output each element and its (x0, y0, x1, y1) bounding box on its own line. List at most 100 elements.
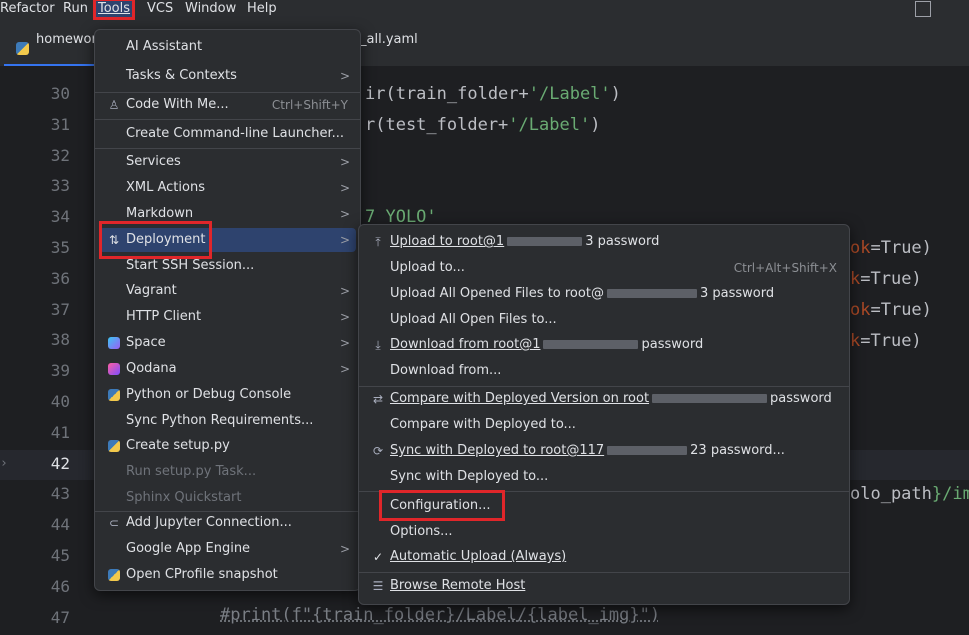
line-number: 35 (0, 238, 70, 257)
jupyter-connection-icon: ⊂ (108, 516, 120, 530)
menu-item-options[interactable]: Options... (363, 520, 845, 544)
line-number: 39 (0, 361, 70, 380)
menu-item-compare-deployed-version[interactable]: ⇄ Compare with Deployed Version on root pa… (363, 387, 845, 411)
menu-item-automatic-upload[interactable]: ✓ Automatic Upload (Always) (363, 545, 845, 569)
menu-item-xml-actions[interactable]: XML Actions > (99, 176, 356, 200)
line-number-text: 36 (50, 268, 70, 288)
redacted-host (507, 237, 583, 246)
line-number-text: 35 (50, 238, 70, 257)
line-number: 32 (0, 146, 70, 165)
menu-item-upload-all-opened-to-root[interactable]: Upload All Opened Files to root@ 3 passwo… (363, 282, 845, 306)
menu-tools-label: Tools (98, 1, 131, 16)
line-number-text: 31 (50, 114, 70, 134)
python-icon (106, 383, 122, 409)
tab-yaml[interactable]: _all.yaml (360, 32, 418, 47)
menu-item-sync-deployed-to[interactable]: Sync with Deployed to... (363, 465, 845, 489)
menu-item-add-jupyter[interactable]: ⊂ Add Jupyter Connection... (99, 511, 356, 535)
menu-item-compare-deployed-to[interactable]: Compare with Deployed to... (363, 413, 845, 437)
window-control-icon[interactable] (915, 1, 931, 17)
menu-item-sync-requirements[interactable]: Sync Python Requirements... (99, 409, 356, 433)
menu-item-run-setup-task: Run setup.py Task... (126, 464, 257, 479)
redacted-host (606, 289, 697, 298)
tools-menu: AI Assistant Tasks & Contexts > ♙ Code Wit… (94, 29, 361, 591)
python-file-icon (16, 42, 29, 55)
code-line-31: r(test_folder+'/Label') (365, 115, 601, 135)
menu-item-start-ssh[interactable]: Start SSH Session... (99, 254, 356, 278)
checkmark-icon: ✓ (372, 550, 384, 564)
menu-item-space[interactable]: Space > (99, 331, 356, 355)
menu-item-create-launcher[interactable]: Create Command-line Launcher... (99, 122, 356, 146)
menu-help[interactable]: Help (247, 1, 277, 17)
person-plus-icon: ♙ (108, 98, 120, 112)
line-number-text: 39 (50, 361, 70, 381)
line-number-text: 33 (50, 176, 70, 196)
line-number: 46 (0, 577, 70, 596)
menu-separator (359, 491, 849, 492)
line-number-text: 30 (50, 84, 70, 103)
menu-item-vagrant[interactable]: Vagrant > (99, 279, 356, 303)
menu-item-create-setup[interactable]: Create setup.py (99, 434, 356, 458)
deployment-submenu: ⤒ Upload to root@1 3 password Upload to...… (358, 224, 850, 605)
menu-item-python-console[interactable]: Python or Debug Console (99, 383, 356, 407)
line-number-text: 42 (50, 453, 70, 473)
menu-separator (95, 148, 360, 149)
compare-icon: ⇄ (372, 392, 384, 406)
line-number: 31 (0, 115, 70, 134)
line-number: 41 (0, 423, 70, 442)
line-number-text: 40 (50, 392, 70, 411)
chevron-right-icon: > (339, 181, 350, 195)
menu-item-markdown[interactable]: Markdown > (99, 202, 356, 226)
line-number-text: 32 (50, 145, 70, 165)
chevron-right-icon: > (339, 69, 350, 83)
menu-item-qodana[interactable]: Qodana > (99, 357, 356, 381)
menu-item-download-from[interactable]: Download from... (363, 359, 845, 383)
chevron-right-icon: > (339, 310, 350, 324)
chevron-right-icon: > (339, 284, 350, 298)
redacted-host (543, 340, 639, 349)
line-number-text: 38 (50, 330, 70, 350)
menu-item-download-from-root[interactable]: ⤓ Download from root@1 password (363, 333, 845, 357)
menu-item-http-client[interactable]: HTTP Client > (99, 305, 356, 329)
chevron-right-icon: > (339, 542, 350, 556)
line-number: 30 (0, 84, 70, 103)
menu-item-code-with-me[interactable]: ♙ Code With Me... Ctrl+Shift+Y (99, 93, 356, 117)
menu-item-upload-all-open-to[interactable]: Upload All Open Files to... (363, 308, 845, 332)
remote-host-icon: ☰ (372, 579, 384, 593)
line-number-text: 47 (50, 607, 70, 627)
line-number-text: 44 (50, 515, 70, 535)
menu-item-services[interactable]: Services > (99, 150, 356, 174)
line-number: 45 (0, 546, 70, 565)
line-number-text: 34 (50, 207, 70, 227)
menu-item-browse-remote-host[interactable]: ☰ Browse Remote Host (363, 574, 845, 598)
menu-item-tasks-contexts[interactable]: Tasks & Contexts > (99, 64, 356, 88)
menu-item-upload-to[interactable]: Upload to... Ctrl+Alt+Shift+X (363, 256, 845, 280)
menu-bar: Refactor Run Tools VCS Window Help (0, 0, 969, 20)
menu-item-upload-to-root[interactable]: ⤒ Upload to root@1 3 password (363, 230, 845, 254)
sync-icon: ⟳ (372, 444, 384, 458)
menu-vcs[interactable]: VCS (147, 1, 173, 17)
line-number: 37 (0, 300, 70, 319)
code-line-35: ok=True) (850, 238, 932, 258)
menu-item-google-app-engine[interactable]: Google App Engine > (99, 537, 356, 561)
redacted-host (652, 394, 768, 403)
menu-item-ai-assistant[interactable]: AI Assistant (99, 35, 356, 59)
space-logo-icon (106, 331, 122, 357)
line-number: 38 (0, 330, 70, 349)
menu-refactor[interactable]: Refactor (0, 1, 55, 17)
chevron-right-icon: > (339, 362, 350, 376)
menu-separator (95, 119, 360, 120)
menu-tools[interactable]: Tools (92, 0, 136, 20)
menu-item-sphinx-quickstart: Sphinx Quickstart (126, 490, 242, 505)
line-number: 44 (0, 515, 70, 534)
menu-window[interactable]: Window (185, 1, 236, 17)
menu-run[interactable]: Run (63, 1, 88, 17)
download-icon: ⤓ (375, 338, 381, 352)
tab-homework[interactable]: homewor (36, 32, 97, 47)
deployment-highlight-box (99, 221, 212, 259)
line-number-text: 46 (50, 576, 70, 596)
line-number: 40 (0, 392, 70, 411)
menu-item-sync-deployed-to-root[interactable]: ⟳ Sync with Deployed to root@117 23 passwo… (363, 439, 845, 463)
chevron-right-icon: > (339, 233, 350, 247)
line-number-text: 41 (50, 422, 70, 442)
menu-item-open-cprofile[interactable]: Open CProfile snapshot (99, 563, 356, 587)
